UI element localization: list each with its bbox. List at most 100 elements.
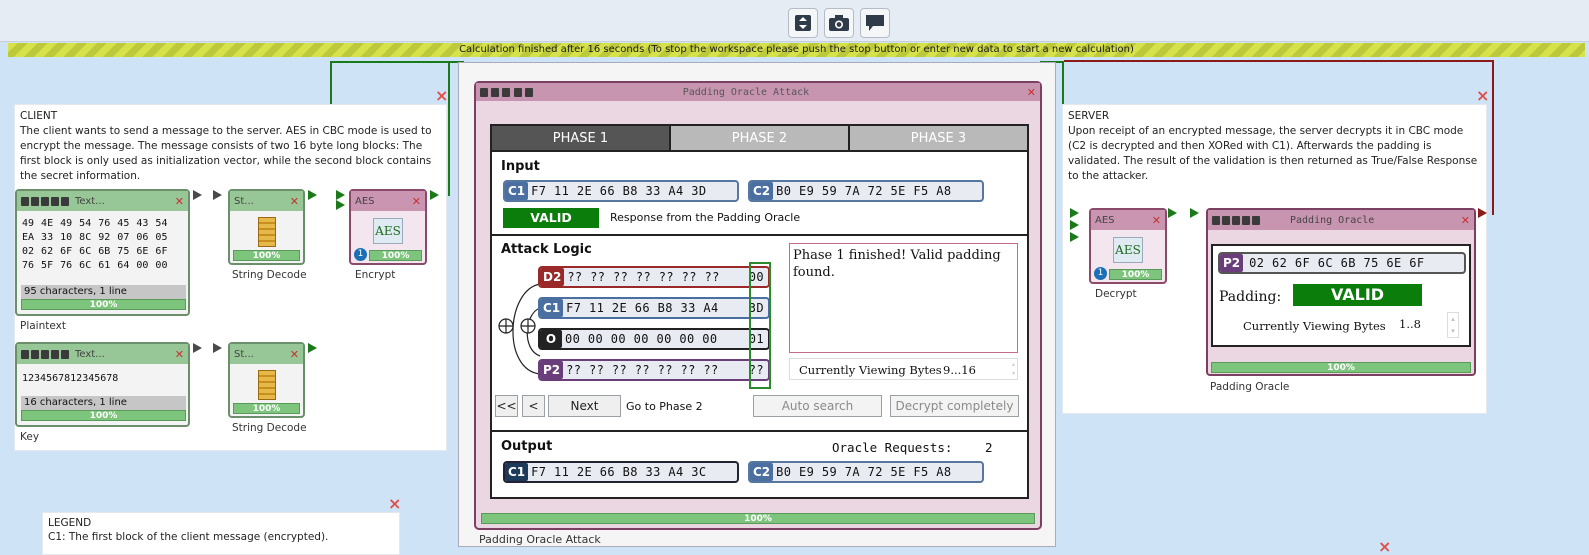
close-icon[interactable]: ✕ bbox=[1027, 86, 1036, 99]
padding-oracle-attack-window[interactable]: Padding Oracle Attack ✕ PHASE 1 PHASE 2 … bbox=[474, 81, 1042, 530]
row-tag: C1 bbox=[540, 299, 564, 317]
component-header: Text... ✕ bbox=[17, 344, 188, 364]
input-section: Input C1 F7 11 2E 66 B8 33 A4 3D C2 B0 E… bbox=[492, 152, 1027, 236]
key-label: Key bbox=[20, 431, 40, 443]
close-icon[interactable]: ✕ bbox=[1461, 214, 1470, 227]
attack-logic-heading: Attack Logic bbox=[501, 242, 592, 257]
close-icon[interactable]: ✕ bbox=[1152, 214, 1161, 227]
encrypt-progress: 100% bbox=[369, 250, 422, 261]
string-decode-component[interactable]: St... ✕ 100% bbox=[228, 189, 305, 265]
viewing-value[interactable]: 1..8 bbox=[1399, 317, 1421, 331]
aes-icon: AES bbox=[373, 218, 403, 244]
server-text: Upon receipt of an encrypted message, th… bbox=[1068, 125, 1478, 182]
p2-tag: P2 bbox=[1220, 254, 1244, 272]
first-button[interactable]: << bbox=[495, 395, 518, 417]
decrypt-label: Decrypt bbox=[1095, 288, 1137, 300]
fit-page-button[interactable] bbox=[788, 8, 818, 38]
padding-valid-badge: VALID bbox=[1293, 284, 1422, 306]
speech-bubble-icon bbox=[866, 15, 884, 31]
output-section: Output Oracle Requests: 2 C1 F7 11 2E 66… bbox=[492, 432, 1027, 495]
connector-arrow bbox=[336, 200, 345, 210]
poa-presentation: PHASE 1 PHASE 2 PHASE 3 Input C1 F7 11 2… bbox=[490, 124, 1029, 499]
help-icon bbox=[1252, 215, 1260, 225]
poa-header: Padding Oracle Attack ✕ bbox=[476, 83, 1040, 101]
connector-arrow bbox=[336, 190, 345, 200]
component-title: AES bbox=[1095, 214, 1115, 226]
output-heading: Output bbox=[501, 439, 553, 454]
plaintext-progress: 100% bbox=[21, 299, 186, 310]
connector-arrow bbox=[1190, 208, 1199, 218]
close-client-note-icon[interactable]: × bbox=[435, 88, 448, 104]
component-title: St... bbox=[234, 348, 254, 360]
log-icon bbox=[1232, 215, 1240, 225]
string-decode-icon bbox=[258, 217, 276, 247]
decode-progress: 100% bbox=[233, 250, 300, 261]
attack-row-p2: P2?? ?? ?? ?? ?? ?? ???? bbox=[538, 359, 770, 381]
spinner[interactable]: ▴ ▾ bbox=[1447, 312, 1459, 338]
badge: 1 bbox=[1094, 267, 1107, 280]
oracle-progress: 100% bbox=[1211, 362, 1471, 373]
close-legend-note-icon[interactable]: × bbox=[388, 496, 401, 512]
phase-tabs: PHASE 1 PHASE 2 PHASE 3 bbox=[492, 126, 1027, 152]
plaintext-component[interactable]: Text... ✕ 49 4E 49 54 76 45 43 54 EA 33 … bbox=[15, 189, 190, 316]
component-header: St... ✕ bbox=[230, 191, 303, 211]
component-header: AES ✕ bbox=[1091, 210, 1165, 230]
close-icon[interactable]: ✕ bbox=[412, 195, 421, 208]
spinner[interactable]: ▴ ▾ bbox=[1012, 360, 1015, 378]
key-component[interactable]: Text... ✕ 1234567812345678 16 characters… bbox=[15, 342, 190, 427]
close-note-icon[interactable]: × bbox=[1378, 539, 1391, 555]
settings-icon bbox=[491, 87, 500, 97]
decode-label: String Decode bbox=[232, 269, 307, 281]
p2-bytes: 02 62 6F 6C 6B 75 6E 6F bbox=[1249, 256, 1425, 270]
plaintext-label: Plaintext bbox=[20, 320, 66, 332]
aes-encrypt-component[interactable]: AES ✕ AES 1 100% bbox=[349, 189, 427, 265]
close-server-note-icon[interactable]: × bbox=[1476, 88, 1489, 104]
connector-arrow bbox=[1070, 232, 1079, 242]
next-button[interactable]: Next bbox=[548, 395, 621, 417]
poa-progress: 100% bbox=[481, 513, 1035, 524]
c2-tag: C2 bbox=[750, 182, 774, 200]
tab-phase-3[interactable]: PHASE 3 bbox=[850, 126, 1027, 150]
c2-tag: C2 bbox=[750, 463, 774, 481]
connector-arrow bbox=[1478, 208, 1487, 218]
viewing-bytes-field[interactable]: Currently Viewing Bytes 9...16 ▴ ▾ bbox=[789, 358, 1018, 380]
close-icon[interactable]: ✕ bbox=[290, 195, 299, 208]
viewing-value[interactable]: 9...16 bbox=[943, 363, 976, 377]
padding-oracle-component[interactable]: Padding Oracle ✕ P2 02 62 6F 6C 6B 75 6E… bbox=[1206, 208, 1476, 376]
key-progress: 100% bbox=[21, 410, 186, 421]
response-text: Response from the Padding Oracle bbox=[610, 211, 801, 224]
string-decode-component[interactable]: St... ✕ 100% bbox=[228, 342, 305, 418]
decrypt-completely-button[interactable]: Decrypt completely bbox=[890, 395, 1019, 417]
aes-decrypt-component[interactable]: AES ✕ AES 1 100% bbox=[1089, 208, 1167, 284]
screenshot-button[interactable] bbox=[824, 8, 854, 38]
c1-tag: C1 bbox=[505, 463, 529, 481]
help-icon bbox=[61, 349, 69, 359]
tab-phase-2[interactable]: PHASE 2 bbox=[671, 126, 850, 150]
comment-button[interactable] bbox=[860, 8, 890, 38]
close-icon[interactable]: ✕ bbox=[175, 195, 184, 208]
plaintext-content[interactable]: 49 4E 49 54 76 45 43 54 EA 33 10 8C 92 0… bbox=[22, 217, 182, 273]
component-header: St... ✕ bbox=[230, 344, 303, 364]
key-content[interactable]: 1234567812345678 bbox=[22, 373, 118, 384]
tab-phase-1[interactable]: PHASE 1 bbox=[492, 126, 671, 150]
window-icon bbox=[1212, 215, 1220, 225]
doc-icon bbox=[51, 196, 59, 206]
connector-arrow bbox=[1070, 220, 1079, 230]
close-icon[interactable]: ✕ bbox=[290, 348, 299, 361]
component-header: AES ✕ bbox=[351, 191, 425, 211]
auto-search-button[interactable]: Auto search bbox=[753, 395, 882, 417]
prev-button[interactable]: < bbox=[522, 395, 545, 417]
component-title: AES bbox=[355, 195, 375, 207]
c2-bytes: B0 E9 59 7A 72 5E F5 A8 bbox=[776, 465, 952, 479]
padding-label: Padding: bbox=[1219, 289, 1282, 305]
byte-selection-box bbox=[749, 262, 771, 389]
decode-progress: 100% bbox=[233, 403, 300, 414]
connector-arrow bbox=[308, 343, 317, 353]
oracle-panel: P2 02 62 6F 6C 6B 75 6E 6F Padding: VALI… bbox=[1211, 244, 1471, 347]
component-header: Padding Oracle ✕ bbox=[1208, 210, 1474, 230]
status-message: Phase 1 finished! Valid padding found. bbox=[789, 243, 1018, 353]
xor-diagram-icon bbox=[498, 283, 541, 375]
close-icon[interactable]: ✕ bbox=[175, 348, 184, 361]
legend-title: LEGEND bbox=[48, 517, 92, 529]
window-icon bbox=[21, 196, 29, 206]
